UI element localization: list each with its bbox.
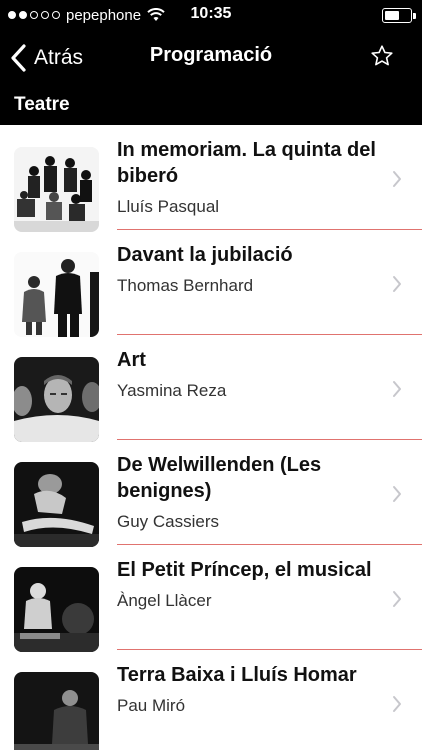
item-author: Àngel Llàcer <box>117 591 212 610</box>
item-title: Davant la jubilació <box>117 244 293 266</box>
actor-photo-thumbnail <box>14 672 99 750</box>
item-author: Lluís Pasqual <box>117 197 220 216</box>
item-text: De Welwillenden (Les benignes) Guy Cassi… <box>117 452 384 532</box>
chevron-right-icon <box>393 381 401 397</box>
list-item[interactable]: Terra Baixa i Lluís Homar Pau Miró <box>0 650 422 750</box>
favorite-button[interactable] <box>370 44 400 72</box>
battery-icon <box>382 8 416 23</box>
item-author: Thomas Bernhard <box>117 276 254 295</box>
chevron-right-icon <box>393 171 401 187</box>
item-title: Art <box>117 349 146 371</box>
item-author: Pau Miró <box>117 696 186 715</box>
item-text: In memoriam. La quinta del biberó Lluís … <box>117 137 384 217</box>
list-item[interactable]: Davant la jubilació Thomas Bernhard <box>0 230 422 337</box>
item-title: Terra Baixa i Lluís Homar <box>117 664 357 686</box>
status-bar: pepephone 10:35 <box>0 0 422 30</box>
musical-photo-thumbnail <box>14 567 99 652</box>
item-text: El Petit Príncep, el musical Àngel Llàce… <box>117 557 384 611</box>
battery-fill <box>385 11 399 20</box>
item-author: Guy Cassiers <box>117 512 220 531</box>
list-item[interactable]: In memoriam. La quinta del biberó Lluís … <box>0 125 422 232</box>
chevron-right-icon <box>393 696 401 712</box>
status-time: 10:35 <box>190 5 232 22</box>
item-title: In memoriam. La quinta del biberó <box>117 139 376 187</box>
section-header: Teatre <box>0 86 422 125</box>
battery-tip <box>413 13 416 19</box>
item-author: Yasmina Reza <box>117 381 227 400</box>
section-title: Teatre <box>14 94 70 115</box>
back-button[interactable]: Atrás <box>10 40 83 76</box>
item-title: De Welwillenden (Les benignes) <box>117 454 322 502</box>
show-list: In memoriam. La quinta del biberó Lluís … <box>0 125 422 750</box>
portraits-photo-thumbnail <box>14 357 99 442</box>
star-outline-icon <box>371 45 393 66</box>
navigation-bar: Atrás Programació <box>0 30 422 86</box>
item-title: El Petit Príncep, el musical <box>117 559 372 581</box>
group-photo-thumbnail <box>14 147 99 232</box>
chevron-right-icon <box>393 486 401 502</box>
chevron-left-icon <box>11 44 26 72</box>
chevron-right-icon <box>393 276 401 292</box>
actors-photo-thumbnail <box>14 252 99 337</box>
list-item[interactable]: El Petit Príncep, el musical Àngel Llàce… <box>0 545 422 652</box>
list-item[interactable]: Art Yasmina Reza <box>0 335 422 442</box>
item-text: Art Yasmina Reza <box>117 347 384 401</box>
item-text: Davant la jubilació Thomas Bernhard <box>117 242 384 296</box>
chevron-right-icon <box>393 591 401 607</box>
stage-photo-thumbnail <box>14 462 99 547</box>
list-item[interactable]: De Welwillenden (Les benignes) Guy Cassi… <box>0 440 422 547</box>
back-label: Atrás <box>34 46 84 69</box>
item-text: Terra Baixa i Lluís Homar Pau Miró <box>117 662 384 716</box>
